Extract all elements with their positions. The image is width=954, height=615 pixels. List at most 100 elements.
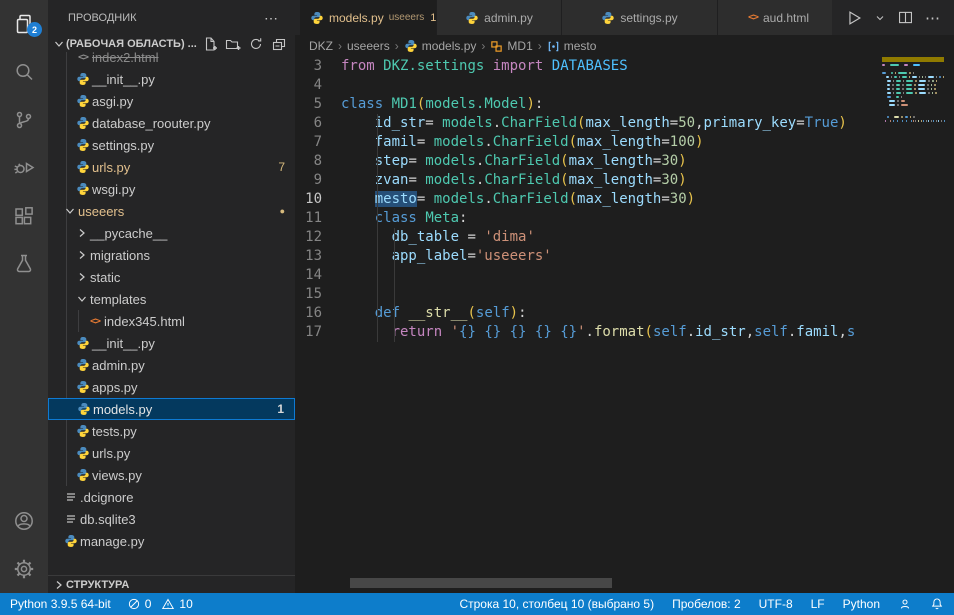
code-line-6: 6 id_str= models.CharField(max_length=50…	[295, 114, 882, 133]
workspace-section-header[interactable]: (РАБОЧАЯ ОБЛАСТЬ) ...	[48, 36, 295, 52]
breadcrumb-separator: ›	[338, 39, 342, 53]
status-indentation[interactable]: Пробелов: 2	[672, 597, 741, 611]
code-line-5: 5class MD1(models.Model):	[295, 95, 882, 114]
tree-item-__pycache__[interactable]: __pycache__	[48, 222, 295, 244]
activity-explorer-icon[interactable]: 2	[0, 0, 48, 48]
file-icon	[62, 490, 80, 504]
tree-item-templates[interactable]: templates	[48, 288, 295, 310]
collapse-all-icon[interactable]	[271, 36, 287, 52]
tree-item-label: admin.py	[92, 358, 145, 373]
outline-section-header[interactable]: СТРУКТУРА	[48, 575, 295, 593]
chevron-right-icon	[52, 578, 66, 592]
breadcrumb-item-MD1[interactable]: MD1	[490, 39, 532, 53]
tree-item-wsgi.py[interactable]: wsgi.py	[48, 178, 295, 200]
tab-admin.py[interactable]: admin.py	[437, 0, 562, 35]
status-python-interpreter[interactable]: Python 3.9.5 64-bit	[10, 597, 111, 611]
status-feedback[interactable]	[898, 597, 912, 611]
tree-item-db.sqlite3[interactable]: db.sqlite3	[48, 508, 295, 530]
breadcrumb-item-useeers[interactable]: useeers	[347, 39, 390, 53]
tree-item-manage.py[interactable]: manage.py	[48, 530, 295, 552]
feedback-icon	[898, 597, 912, 611]
minimap[interactable]	[882, 57, 944, 124]
tab-settings.py[interactable]: settings.py	[562, 0, 718, 35]
git-badge: ●	[280, 206, 295, 216]
status-cursor-position[interactable]: Строка 10, столбец 10 (выбрано 5)	[459, 597, 654, 611]
code-line-3: 3from DKZ.settings import DATABASES	[295, 57, 882, 76]
editor-indent-guide	[377, 114, 378, 342]
tree-item-static[interactable]: static	[48, 266, 295, 288]
tab-models.py[interactable]: models.pyuseeers1×	[300, 0, 437, 35]
tree-item-settings.py[interactable]: settings.py	[48, 134, 295, 156]
tab-label: models.py	[329, 11, 384, 25]
activity-badge: 2	[27, 22, 42, 37]
code-line-17: 17 return '{} {} {} {} {}'.format(self.i…	[295, 323, 882, 342]
code-area[interactable]: 3from DKZ.settings import DATABASES45cla…	[295, 57, 882, 342]
tree-item-urls.py[interactable]: urls.py7	[48, 156, 295, 178]
bell-icon	[930, 597, 944, 611]
tree-item-migrations[interactable]: migrations	[48, 244, 295, 266]
tree-item-models.py[interactable]: models.py1	[48, 398, 295, 420]
python-file-icon	[310, 11, 324, 25]
horizontal-scrollbar[interactable]	[350, 578, 612, 588]
line-number: 6	[295, 114, 341, 133]
activity-extensions-icon[interactable]	[0, 192, 48, 240]
python-file-icon	[74, 182, 92, 196]
git-badge: 1	[277, 402, 294, 416]
more-icon[interactable]: ⋯	[925, 9, 941, 27]
line-number: 3	[295, 57, 341, 76]
status-eol[interactable]: LF	[811, 597, 825, 611]
tab-label: aud.html	[763, 11, 809, 25]
breadcrumb-item-models.py[interactable]: models.py	[404, 39, 477, 53]
tree-item-label: templates	[90, 292, 146, 307]
tree-item-database_roouter.py[interactable]: database_roouter.py	[48, 112, 295, 134]
new-file-icon[interactable]	[202, 36, 218, 52]
status-encoding[interactable]: UTF-8	[759, 597, 793, 611]
tree-item-views.py[interactable]: views.py	[48, 464, 295, 486]
breadcrumb-item-DKZ[interactable]: DKZ	[309, 39, 333, 53]
breadcrumb-separator: ›	[538, 39, 542, 53]
tree-item-.dcignore[interactable]: .dcignore	[48, 486, 295, 508]
activity-search-icon[interactable]	[0, 48, 48, 96]
chevron-down-icon	[52, 37, 66, 51]
explorer-more-actions-icon[interactable]: ⋯	[264, 10, 279, 27]
tree-item-label: settings.py	[92, 138, 154, 153]
new-folder-icon[interactable]	[225, 36, 241, 52]
tab-aud.html[interactable]: <>aud.html	[718, 0, 840, 35]
line-number: 7	[295, 133, 341, 152]
html-file-icon: <>	[86, 316, 104, 327]
refresh-icon[interactable]	[248, 36, 264, 52]
status-language-mode[interactable]: Python	[843, 597, 880, 611]
tree-item-label: useeers	[78, 204, 124, 219]
run-icon[interactable]	[845, 9, 863, 27]
tree-item-tests.py[interactable]: tests.py	[48, 420, 295, 442]
file-icon	[62, 512, 80, 526]
tree-item-label: apps.py	[92, 380, 138, 395]
tree-item-asgi.py[interactable]: asgi.py	[48, 90, 295, 112]
tree-item-apps.py[interactable]: apps.py	[48, 376, 295, 398]
tree-item-admin.py[interactable]: admin.py	[48, 354, 295, 376]
code-line-12: 12 db_table = 'dima'	[295, 228, 882, 247]
activity-run-debug-icon[interactable]	[0, 144, 48, 192]
python-file-icon	[74, 424, 92, 438]
tree-item-__init__.py[interactable]: __init__.py	[48, 332, 295, 354]
tab-label: settings.py	[620, 11, 677, 25]
activity-account-icon[interactable]	[0, 497, 48, 545]
activity-testing-icon[interactable]	[0, 240, 48, 288]
activity-source-control-icon[interactable]	[0, 96, 48, 144]
tree-item-index345.html[interactable]: <>index345.html	[48, 310, 295, 332]
line-number: 17	[295, 323, 341, 342]
chevron-down-icon[interactable]	[874, 12, 886, 24]
tree-item-useeers[interactable]: useeers ●	[48, 200, 295, 222]
workbench: 2 ПРОВОДНИК ⋯ (РАБОЧАЯ ОБЛАСТЬ) ... <>in…	[0, 0, 954, 593]
tree-item-urls.py[interactable]: urls.py	[48, 442, 295, 464]
code-line-11: 11 class Meta:	[295, 209, 882, 228]
activity-settings-icon[interactable]	[0, 545, 48, 593]
code-line-4: 4	[295, 76, 882, 95]
code-line-14: 14	[295, 266, 882, 285]
breadcrumb-item-mesto[interactable]: mesto	[547, 39, 597, 53]
status-notifications[interactable]	[930, 597, 944, 611]
tree-item-label: __pycache__	[90, 226, 167, 241]
status-problems[interactable]: 010	[127, 597, 193, 611]
split-editor-icon[interactable]	[897, 9, 914, 26]
tree-item-__init__.py[interactable]: __init__.py	[48, 68, 295, 90]
